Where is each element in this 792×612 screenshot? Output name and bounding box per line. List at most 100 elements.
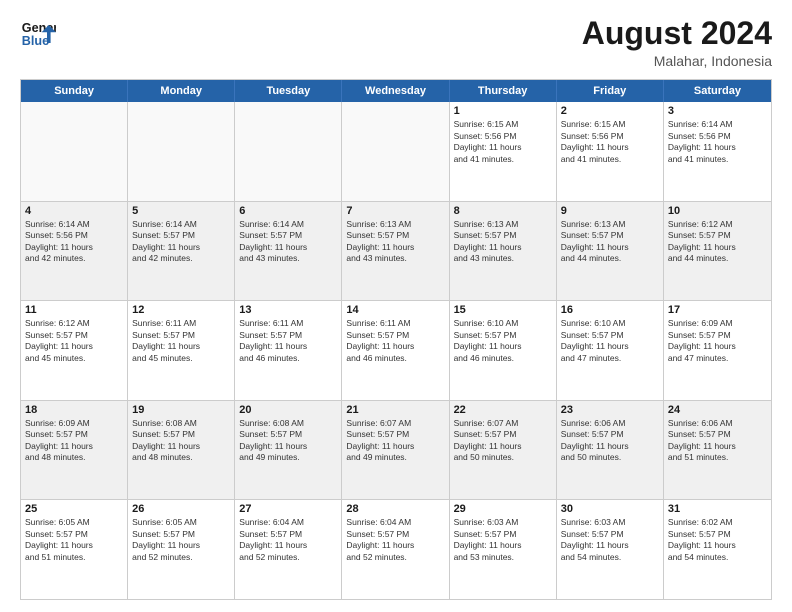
day-cell-18: 18 Sunrise: 6:09 AM Sunset: 5:57 PM Dayli… [21,401,128,500]
calendar-row-4: 25 Sunrise: 6:05 AM Sunset: 5:57 PM Dayli… [21,499,771,599]
empty-cell [128,102,235,201]
day-cell-17: 17 Sunrise: 6:09 AM Sunset: 5:57 PM Dayli… [664,301,771,400]
day-number: 15 [454,304,552,316]
cell-text: Sunrise: 6:11 AM Sunset: 5:57 PM Dayligh… [346,318,444,364]
cell-text: Sunrise: 6:13 AM Sunset: 5:57 PM Dayligh… [346,219,444,265]
logo-icon: General Blue [20,16,56,52]
day-number: 29 [454,503,552,515]
weekday-header-saturday: Saturday [664,80,771,102]
cell-text: Sunrise: 6:06 AM Sunset: 5:57 PM Dayligh… [668,418,767,464]
cell-text: Sunrise: 6:05 AM Sunset: 5:57 PM Dayligh… [132,517,230,563]
day-cell-28: 28 Sunrise: 6:04 AM Sunset: 5:57 PM Dayli… [342,500,449,599]
weekday-header-sunday: Sunday [21,80,128,102]
day-cell-10: 10 Sunrise: 6:12 AM Sunset: 5:57 PM Dayli… [664,202,771,301]
day-cell-14: 14 Sunrise: 6:11 AM Sunset: 5:57 PM Dayli… [342,301,449,400]
day-cell-26: 26 Sunrise: 6:05 AM Sunset: 5:57 PM Dayli… [128,500,235,599]
day-number: 11 [25,304,123,316]
cell-text: Sunrise: 6:10 AM Sunset: 5:57 PM Dayligh… [561,318,659,364]
day-number: 18 [25,404,123,416]
cell-text: Sunrise: 6:13 AM Sunset: 5:57 PM Dayligh… [561,219,659,265]
calendar-header: SundayMondayTuesdayWednesdayThursdayFrid… [21,80,771,102]
day-cell-6: 6 Sunrise: 6:14 AM Sunset: 5:57 PM Daylig… [235,202,342,301]
weekday-header-wednesday: Wednesday [342,80,449,102]
svg-text:Blue: Blue [22,34,49,48]
day-cell-12: 12Sunrise: 6:11 AM Sunset: 5:57 PM Dayli… [128,301,235,400]
logo: General Blue [20,16,56,52]
cell-text: Sunrise: 6:03 AM Sunset: 5:57 PM Dayligh… [454,517,552,563]
cell-text: Sunrise: 6:15 AM Sunset: 5:56 PM Dayligh… [561,119,659,165]
cell-text: Sunrise: 6:14 AM Sunset: 5:57 PM Dayligh… [239,219,337,265]
cell-text: Sunrise: 6:07 AM Sunset: 5:57 PM Dayligh… [346,418,444,464]
cell-text: Sunrise: 6:05 AM Sunset: 5:57 PM Dayligh… [25,517,123,563]
cell-text: Sunrise: 6:07 AM Sunset: 5:57 PM Dayligh… [454,418,552,464]
title-block: August 2024 Malahar, Indonesia [582,16,772,69]
day-cell-2: 2 Sunrise: 6:15 AM Sunset: 5:56 PM Daylig… [557,102,664,201]
day-cell-29: 29 Sunrise: 6:03 AM Sunset: 5:57 PM Dayli… [450,500,557,599]
weekday-header-tuesday: Tuesday [235,80,342,102]
calendar-row-3: 18 Sunrise: 6:09 AM Sunset: 5:57 PM Dayli… [21,400,771,500]
day-cell-11: 11 Sunrise: 6:12 AM Sunset: 5:57 PM Dayli… [21,301,128,400]
day-cell-23: 23Sunrise: 6:06 AM Sunset: 5:57 PM Dayli… [557,401,664,500]
day-number: 20 [239,404,337,416]
cell-text: Sunrise: 6:08 AM Sunset: 5:57 PM Dayligh… [132,418,230,464]
weekday-header-thursday: Thursday [450,80,557,102]
day-number: 14 [346,304,444,316]
cell-text: Sunrise: 6:03 AM Sunset: 5:57 PM Dayligh… [561,517,659,563]
day-cell-9: 9Sunrise: 6:13 AM Sunset: 5:57 PM Daylig… [557,202,664,301]
day-number: 19 [132,404,230,416]
day-number: 27 [239,503,337,515]
empty-cell [235,102,342,201]
header: General Blue August 2024 Malahar, Indone… [20,16,772,69]
day-cell-3: 3 Sunrise: 6:14 AM Sunset: 5:56 PM Daylig… [664,102,771,201]
day-number: 4 [25,205,123,217]
day-number: 13 [239,304,337,316]
day-cell-21: 21 Sunrise: 6:07 AM Sunset: 5:57 PM Dayli… [342,401,449,500]
cell-text: Sunrise: 6:12 AM Sunset: 5:57 PM Dayligh… [25,318,123,364]
cell-text: Sunrise: 6:12 AM Sunset: 5:57 PM Dayligh… [668,219,767,265]
day-cell-16: 16 Sunrise: 6:10 AM Sunset: 5:57 PM Dayli… [557,301,664,400]
day-number: 16 [561,304,659,316]
day-cell-22: 22 Sunrise: 6:07 AM Sunset: 5:57 PM Dayli… [450,401,557,500]
cell-text: Sunrise: 6:14 AM Sunset: 5:56 PM Dayligh… [668,119,767,165]
day-number: 22 [454,404,552,416]
day-cell-19: 19 Sunrise: 6:08 AM Sunset: 5:57 PM Dayli… [128,401,235,500]
day-number: 17 [668,304,767,316]
day-cell-8: 8Sunrise: 6:13 AM Sunset: 5:57 PM Daylig… [450,202,557,301]
calendar-row-2: 11 Sunrise: 6:12 AM Sunset: 5:57 PM Dayli… [21,300,771,400]
day-number: 25 [25,503,123,515]
day-number: 28 [346,503,444,515]
cell-text: Sunrise: 6:06 AM Sunset: 5:57 PM Dayligh… [561,418,659,464]
day-cell-25: 25 Sunrise: 6:05 AM Sunset: 5:57 PM Dayli… [21,500,128,599]
day-number: 24 [668,404,767,416]
day-number: 26 [132,503,230,515]
calendar-body: 1 Sunrise: 6:15 AM Sunset: 5:56 PM Daylig… [21,102,771,599]
calendar-row-1: 4Sunrise: 6:14 AM Sunset: 5:56 PM Daylig… [21,201,771,301]
day-number: 2 [561,105,659,117]
calendar-row-0: 1 Sunrise: 6:15 AM Sunset: 5:56 PM Daylig… [21,102,771,201]
calendar-page: General Blue August 2024 Malahar, Indone… [0,0,792,612]
day-number: 3 [668,105,767,117]
day-cell-27: 27 Sunrise: 6:04 AM Sunset: 5:57 PM Dayli… [235,500,342,599]
cell-text: Sunrise: 6:09 AM Sunset: 5:57 PM Dayligh… [25,418,123,464]
calendar: SundayMondayTuesdayWednesdayThursdayFrid… [20,79,772,600]
day-cell-20: 20Sunrise: 6:08 AM Sunset: 5:57 PM Dayli… [235,401,342,500]
day-number: 31 [668,503,767,515]
day-number: 10 [668,205,767,217]
cell-text: Sunrise: 6:14 AM Sunset: 5:57 PM Dayligh… [132,219,230,265]
month-year: August 2024 [582,16,772,51]
day-cell-7: 7Sunrise: 6:13 AM Sunset: 5:57 PM Daylig… [342,202,449,301]
day-cell-1: 1Sunrise: 6:15 AM Sunset: 5:56 PM Daylig… [450,102,557,201]
cell-text: Sunrise: 6:10 AM Sunset: 5:57 PM Dayligh… [454,318,552,364]
day-number: 1 [454,105,552,117]
day-number: 30 [561,503,659,515]
day-number: 8 [454,205,552,217]
weekday-header-monday: Monday [128,80,235,102]
day-number: 6 [239,205,337,217]
cell-text: Sunrise: 6:09 AM Sunset: 5:57 PM Dayligh… [668,318,767,364]
day-number: 21 [346,404,444,416]
cell-text: Sunrise: 6:04 AM Sunset: 5:57 PM Dayligh… [346,517,444,563]
day-number: 12 [132,304,230,316]
cell-text: Sunrise: 6:11 AM Sunset: 5:57 PM Dayligh… [239,318,337,364]
empty-cell [21,102,128,201]
cell-text: Sunrise: 6:04 AM Sunset: 5:57 PM Dayligh… [239,517,337,563]
